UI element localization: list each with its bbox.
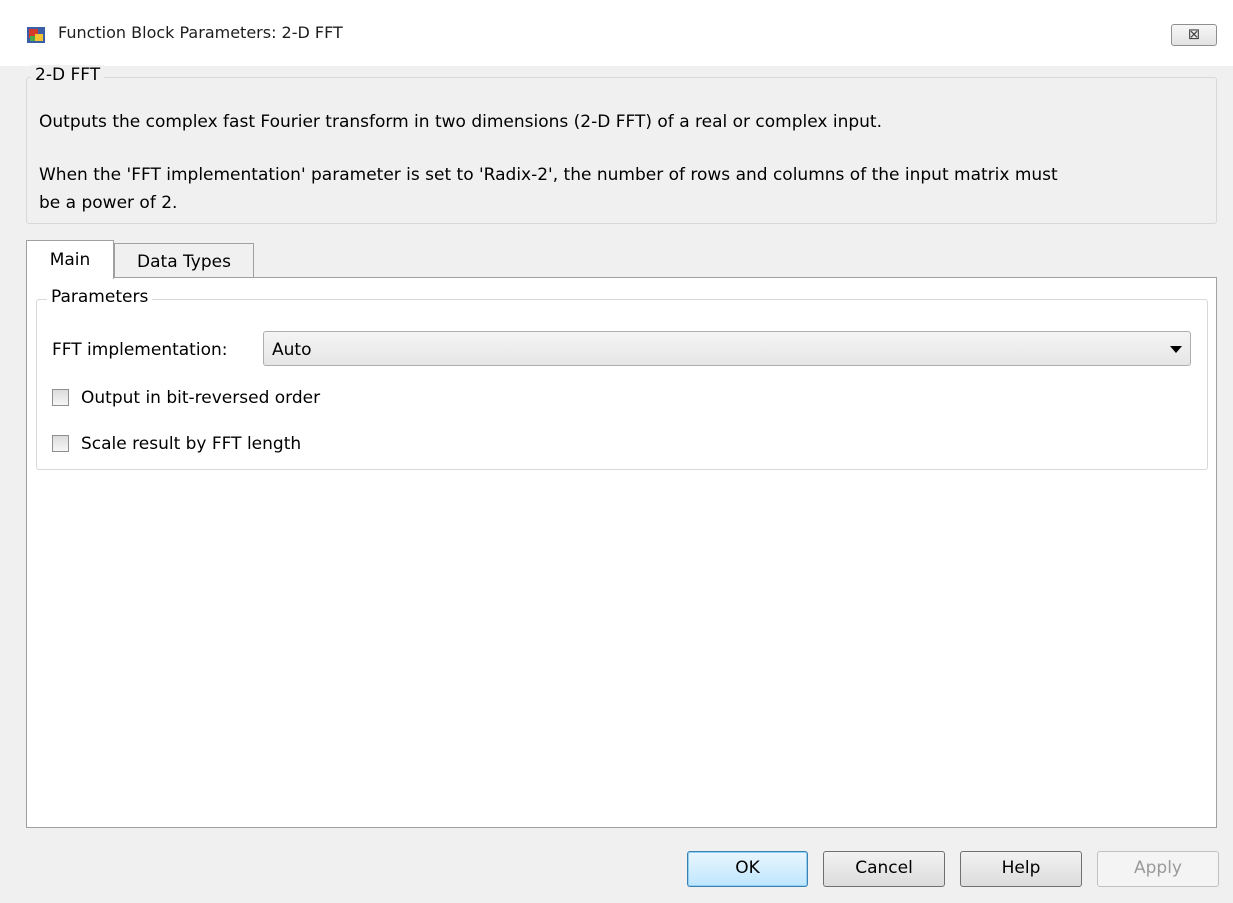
dialog-window: Function Block Parameters: 2-D FFT ⊠ 2-D… <box>0 0 1233 903</box>
bit-reversed-checkbox[interactable] <box>52 389 69 406</box>
parameters-group-title: Parameters <box>47 287 153 307</box>
description-group-title: 2-D FFT <box>31 65 105 85</box>
chevron-down-icon <box>1170 346 1182 353</box>
description-line-3: be a power of 2. <box>39 193 178 213</box>
scale-result-label[interactable]: Scale result by FFT length <box>81 434 301 454</box>
fft-implementation-select[interactable]: Auto <box>263 331 1191 366</box>
title-bar[interactable]: Function Block Parameters: 2-D FFT ⊠ <box>0 0 1233 66</box>
cancel-button[interactable]: Cancel <box>823 851 945 887</box>
fft-implementation-label: FFT implementation: <box>52 340 228 360</box>
description-line-1: Outputs the complex fast Fourier transfo… <box>39 112 883 132</box>
bit-reversed-label[interactable]: Output in bit-reversed order <box>81 388 320 408</box>
main-tab-panel: Parameters FFT implementation: Auto Outp… <box>26 277 1217 828</box>
parameters-group: Parameters FFT implementation: Auto Outp… <box>36 287 1208 470</box>
simulink-block-icon <box>26 25 46 45</box>
description-group: 2-D FFT Outputs the complex fast Fourier… <box>26 65 1217 224</box>
fft-implementation-value: Auto <box>272 340 312 360</box>
tab-data-types[interactable]: Data Types <box>114 243 254 278</box>
tab-main[interactable]: Main <box>26 240 114 279</box>
ok-button[interactable]: OK <box>687 851 808 887</box>
scale-result-checkbox[interactable] <box>52 435 69 452</box>
apply-button[interactable]: Apply <box>1097 851 1219 887</box>
close-button[interactable]: ⊠ <box>1171 24 1217 46</box>
help-button[interactable]: Help <box>960 851 1082 887</box>
close-icon: ⊠ <box>1187 25 1201 43</box>
description-line-2: When the 'FFT implementation' parameter … <box>39 165 1058 185</box>
window-title: Function Block Parameters: 2-D FFT <box>58 23 343 42</box>
